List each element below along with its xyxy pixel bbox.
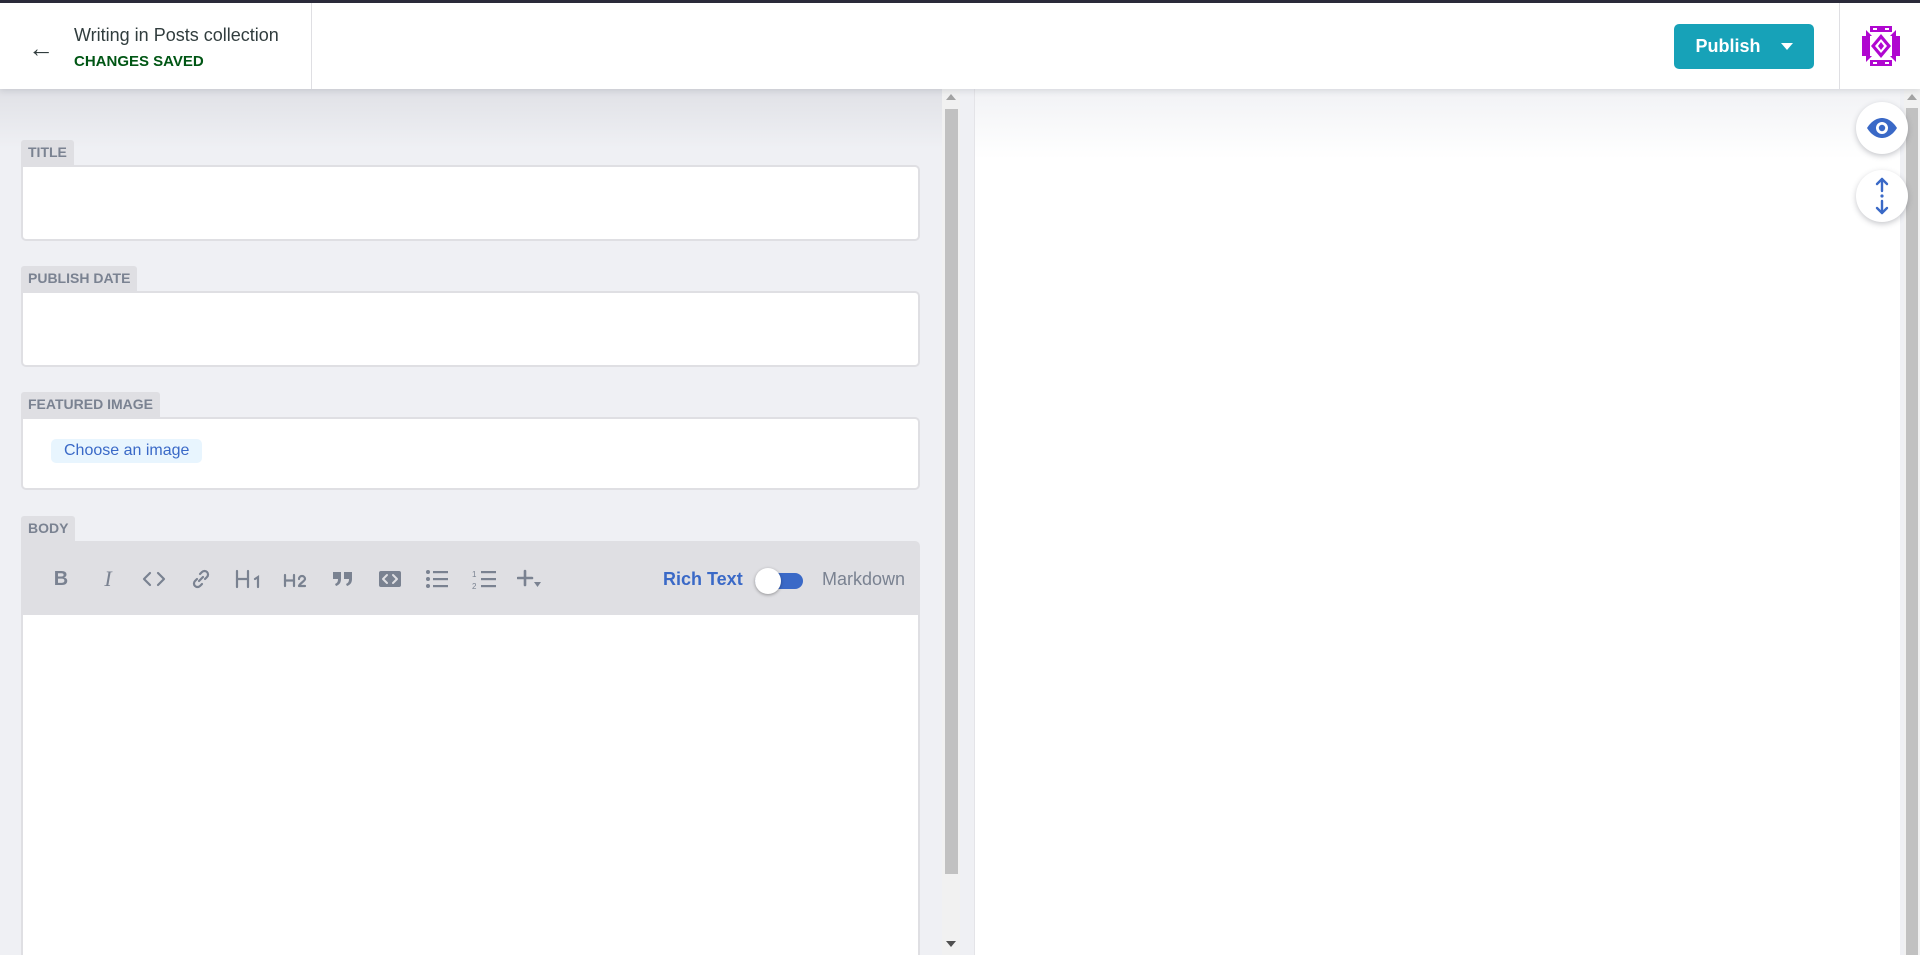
quote-icon[interactable] xyxy=(329,566,357,592)
scroll-down-arrow-icon[interactable] xyxy=(946,941,956,947)
preview-scroll-up-arrow-icon[interactable] xyxy=(1907,94,1917,100)
bold-icon[interactable]: B xyxy=(47,566,75,592)
back-arrow-icon[interactable]: ← xyxy=(28,35,54,61)
top-bar: ← Writing in Posts collection CHANGES SA… xyxy=(0,0,1920,89)
heading-two-icon[interactable] xyxy=(282,566,310,592)
scroll-up-arrow-icon[interactable] xyxy=(946,94,956,100)
toggle-preview-button[interactable] xyxy=(1856,102,1908,154)
italic-icon[interactable]: I xyxy=(94,566,122,592)
add-component-icon[interactable] xyxy=(517,566,545,592)
editor-scrollbar-thumb[interactable] xyxy=(945,109,958,874)
code-block-icon[interactable] xyxy=(376,566,404,592)
numbered-list-icon[interactable]: 12 xyxy=(470,566,498,592)
rich-text-mode-label[interactable]: Rich Text xyxy=(663,569,743,590)
title-input[interactable] xyxy=(21,165,920,241)
choose-image-button[interactable]: Choose an image xyxy=(51,439,203,463)
editor-mode-toggle[interactable] xyxy=(755,568,803,594)
chevron-down-icon xyxy=(1780,43,1793,50)
markdown-mode-label[interactable]: Markdown xyxy=(822,569,905,590)
preview-pane xyxy=(974,89,1900,955)
eye-icon xyxy=(1867,118,1897,138)
featured-image-field: Choose an image xyxy=(21,417,920,490)
svg-text:2: 2 xyxy=(472,582,477,590)
link-icon[interactable] xyxy=(187,566,215,592)
publish-date-label: PUBLISH DATE xyxy=(21,266,138,291)
back-area[interactable]: ← Writing in Posts collection CHANGES SA… xyxy=(0,3,312,89)
publish-date-input[interactable] xyxy=(21,291,920,367)
publish-button[interactable]: Publish xyxy=(1674,24,1814,69)
user-avatar-icon[interactable] xyxy=(1860,24,1902,68)
code-icon[interactable] xyxy=(140,566,168,592)
toggle-knob xyxy=(755,568,781,594)
svg-text:1: 1 xyxy=(472,570,477,579)
publish-label: Publish xyxy=(1695,36,1761,56)
bulleted-list-icon[interactable] xyxy=(423,566,451,592)
body-editor[interactable] xyxy=(21,615,920,955)
title-label: TITLE xyxy=(21,140,74,165)
sync-scroll-icon xyxy=(1875,177,1889,215)
sync-scroll-button[interactable] xyxy=(1856,170,1908,222)
body-toolbar: B I 12 Rich Text Markdown xyxy=(21,541,920,615)
heading-one-icon[interactable] xyxy=(234,566,262,592)
avatar-area[interactable] xyxy=(1839,3,1920,89)
collection-title: Writing in Posts collection xyxy=(74,25,279,45)
preview-scrollbar-thumb[interactable] xyxy=(1906,108,1918,955)
body-label: BODY xyxy=(21,516,76,541)
save-status: CHANGES SAVED xyxy=(74,53,204,70)
featured-image-label: FEATURED IMAGE xyxy=(21,392,160,417)
